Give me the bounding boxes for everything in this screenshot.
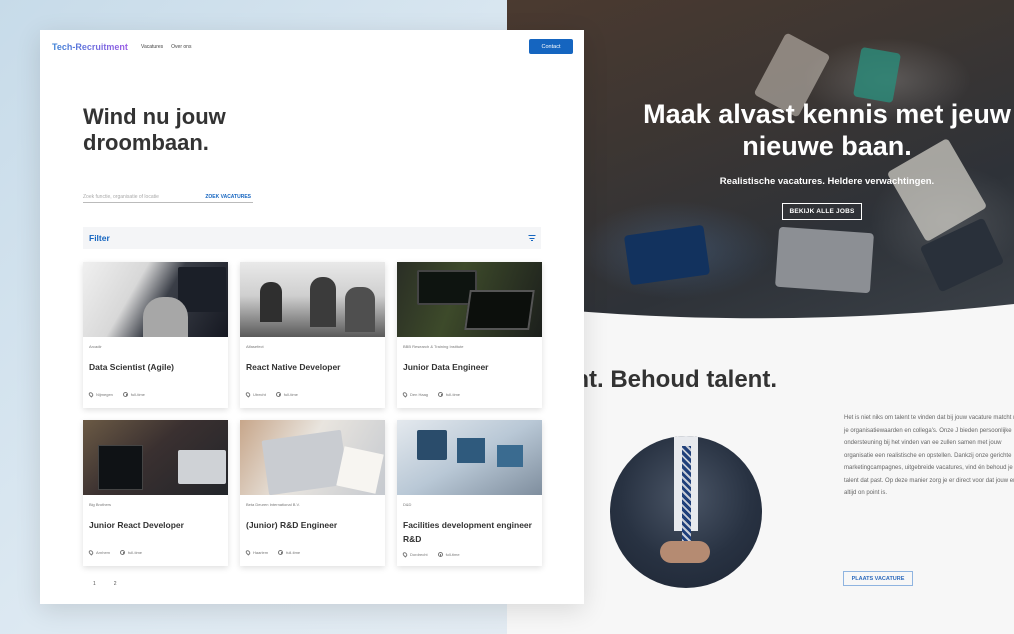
nav-item-over-ons[interactable]: Over ons [171, 44, 191, 50]
job-company: Big Brothers [89, 502, 112, 507]
page-link-1[interactable]: 1 [93, 581, 96, 587]
search-button[interactable]: ZOEK VACATURES [205, 194, 253, 200]
job-meta: Dordrecht full-time [401, 551, 460, 558]
job-grid: Arcadir Data Scientist (Agile) Nijmegen … [83, 262, 542, 566]
pagination: 1 2 [93, 581, 117, 587]
job-type: full-time [445, 552, 460, 557]
job-location: Dordrecht [410, 552, 428, 557]
job-title: React Native Developer [246, 362, 341, 372]
hero-notebook-image [852, 46, 902, 104]
job-card-image [240, 420, 385, 495]
job-title: Junior React Developer [89, 520, 184, 530]
job-location: Nijmegen [96, 392, 113, 397]
place-vacancy-button[interactable]: PLAATS VACATURE [843, 571, 913, 586]
job-company: Alfasefect [246, 344, 264, 349]
job-type: full-time [286, 550, 301, 555]
clock-icon [275, 392, 281, 397]
job-card-image [240, 262, 385, 337]
location-pin-icon [244, 391, 252, 398]
job-card[interactable]: Big Brothers Junior React Developer Arnh… [83, 420, 228, 566]
filter-icon[interactable] [528, 235, 535, 241]
front-page: Tech-Recruitment Vacatures Over ons Cont… [40, 30, 584, 604]
job-type: full-time [128, 550, 143, 555]
location-pin-icon [244, 549, 252, 556]
main-nav: Vacatures Over ons [141, 44, 191, 50]
filter-label: Filter [89, 233, 110, 243]
job-location: Utrecht [253, 392, 266, 397]
job-meta: Haarlem full-time [244, 549, 301, 556]
clock-icon [278, 550, 284, 555]
clock-icon [438, 392, 444, 397]
job-card[interactable]: D&D Facilities development engineer R&D … [397, 420, 542, 566]
about-paragraph: Het is niet niks om talent te vinden dat… [844, 415, 1014, 496]
hero-title: Maak alvast kennis met jeuw nieuwe baan. [643, 99, 1011, 161]
job-company: Beta Deuren International B.V. [246, 502, 300, 507]
job-location: Haarlem [253, 550, 269, 555]
clock-icon [122, 392, 128, 397]
job-meta: Nijmegen full-time [87, 391, 145, 398]
location-pin-icon [87, 549, 95, 556]
job-company: BBB Research & Training Institute [403, 344, 464, 349]
location-pin-icon [401, 391, 409, 398]
location-pin-icon [87, 391, 95, 398]
search-input[interactable] [83, 194, 193, 200]
job-card-image [83, 420, 228, 495]
contact-button[interactable]: Contact [529, 39, 573, 54]
job-location: Den Haag [410, 392, 429, 397]
job-company: Arcadir [89, 344, 102, 349]
job-card-image [83, 262, 228, 337]
businessman-photo [610, 436, 762, 588]
job-card-image [397, 262, 542, 337]
clock-icon [437, 552, 443, 557]
job-type: full-time [130, 392, 145, 397]
job-card[interactable]: BBB Research & Training Institute Junior… [397, 262, 542, 408]
job-title: Junior Data Engineer [403, 362, 489, 372]
job-card[interactable]: Beta Deuren International B.V. (Junior) … [240, 420, 385, 566]
job-title: Data Scientist (Agile) [89, 362, 175, 372]
search-bar: ZOEK VACATURES [83, 192, 253, 203]
job-card-image [397, 420, 542, 495]
job-meta: Arnhem full-time [87, 549, 143, 556]
job-card[interactable]: Arcadir Data Scientist (Agile) Nijmegen … [83, 262, 228, 408]
job-title: (Junior) R&D Engineer [246, 520, 338, 530]
job-title: Facilities development engineer R&D [403, 520, 532, 544]
location-pin-icon [401, 551, 409, 558]
job-company: D&D [403, 502, 412, 507]
job-location: Arnhem [96, 550, 111, 555]
page-link-2[interactable]: 2 [114, 581, 117, 587]
job-type: full-time [283, 392, 298, 397]
nav-item-vacatures[interactable]: Vacatures [141, 44, 163, 50]
clock-icon [120, 550, 126, 555]
logo[interactable]: Tech-Recruitment [52, 42, 128, 52]
hero-subtitle: Realistische vacatures. Heldere verwacht… [719, 176, 935, 187]
hero-tablet-image [623, 224, 711, 286]
page-headline: Wind nu jouw droombaan. [83, 104, 226, 155]
job-meta: Utrecht full-time [244, 391, 298, 398]
filter-bar[interactable]: Filter [83, 227, 541, 249]
job-type: full-time [446, 392, 461, 397]
job-meta: Den Haag full-time [401, 391, 461, 398]
view-all-jobs-button[interactable]: BEKIJK ALLE JOBS [782, 203, 862, 220]
hero-laptop-image [775, 226, 874, 294]
job-card[interactable]: Alfasefect React Native Developer Utrech… [240, 262, 385, 408]
